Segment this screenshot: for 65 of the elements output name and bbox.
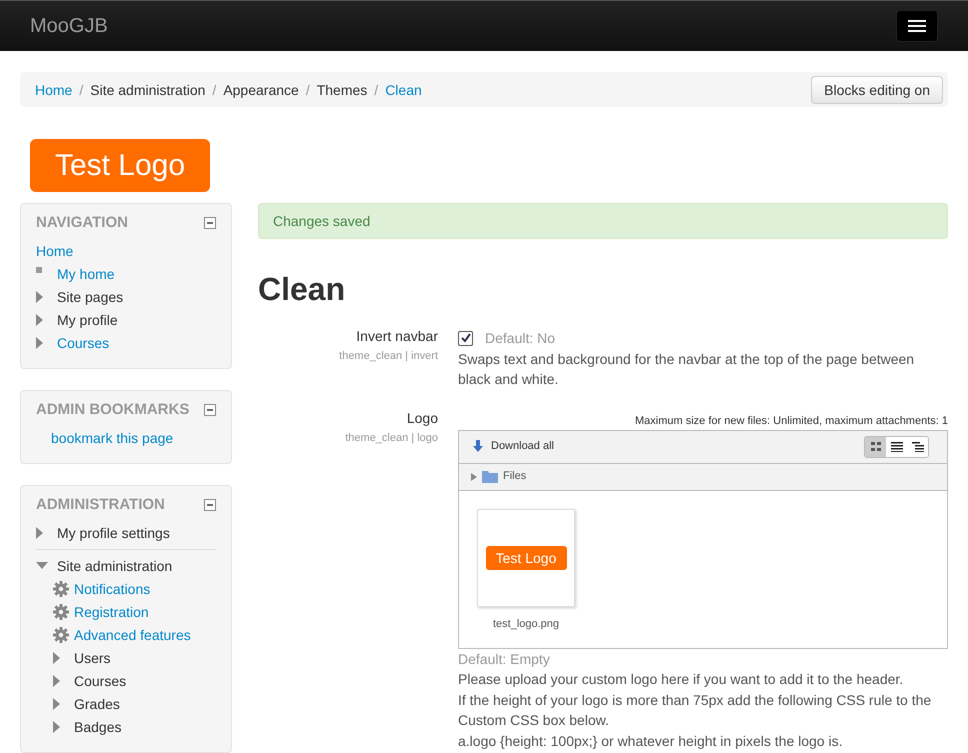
nav-link[interactable]: Registration bbox=[74, 604, 149, 620]
upload-limits: Maximum size for new files: Unlimited, maximum attachments: 1 bbox=[634, 414, 948, 428]
menu-button[interactable] bbox=[896, 10, 938, 42]
nav-item[interactable]: Users bbox=[74, 650, 111, 666]
download-icon bbox=[473, 440, 483, 453]
setting-key: theme_clean | invert bbox=[258, 350, 438, 362]
nav-link[interactable]: My home bbox=[57, 266, 115, 282]
nav-link[interactable]: Courses bbox=[57, 334, 110, 350]
bullet-icon bbox=[36, 266, 42, 272]
collapse-icon[interactable] bbox=[204, 216, 216, 228]
setting-key: theme_clean | logo bbox=[258, 432, 438, 444]
folder-path[interactable]: Files bbox=[503, 466, 526, 487]
tree-icon bbox=[912, 442, 924, 452]
checkbox[interactable] bbox=[458, 330, 473, 346]
menu-icon bbox=[908, 20, 926, 32]
block-title: ADMIN BOOKMARKS bbox=[36, 401, 190, 418]
setting-description: Swaps text and background for the navbar at the top of the page between black and white. bbox=[458, 350, 916, 389]
setting-label: Logo bbox=[406, 410, 438, 426]
breadcrumb-item: Site administration bbox=[90, 82, 206, 98]
blocks-editing-button[interactable]: Blocks editing on bbox=[811, 76, 943, 104]
setting-label: Invert navbar bbox=[355, 328, 438, 344]
separator: / bbox=[374, 82, 378, 98]
separator: / bbox=[306, 82, 310, 98]
default-value: Default: No bbox=[485, 329, 556, 348]
breadcrumb-item: Appearance bbox=[223, 82, 299, 98]
gear-icon bbox=[53, 626, 69, 642]
nav-item[interactable]: Grades bbox=[74, 696, 120, 712]
gear-icon bbox=[53, 580, 69, 596]
list-icon bbox=[890, 442, 902, 452]
setting-description: If the height of your logo is more than 75px add the following CSS rule to the Custom CSS box below. bbox=[458, 690, 932, 730]
gear-icon bbox=[53, 604, 69, 620]
breadcrumb-item[interactable]: Home bbox=[35, 82, 72, 98]
file-name[interactable]: test_logo.png bbox=[492, 616, 560, 630]
nav-item[interactable]: My profile settings bbox=[57, 524, 170, 540]
grid-icon bbox=[870, 442, 880, 452]
nav-item[interactable]: My profile bbox=[57, 312, 118, 328]
collapse-icon[interactable] bbox=[204, 498, 216, 510]
list-view-button[interactable] bbox=[886, 436, 907, 456]
logo-preview: Test Logo bbox=[486, 546, 566, 570]
caret-right-icon bbox=[471, 472, 477, 480]
separator: / bbox=[79, 82, 84, 98]
setting-description: Please upload your custom logo here if you want to add it to the header. bbox=[458, 670, 904, 689]
nav-link[interactable]: Home bbox=[36, 242, 74, 258]
breadcrumb-item: Themes bbox=[316, 82, 368, 98]
nav-item[interactable]: Courses bbox=[74, 672, 126, 688]
site-name[interactable]: MooGJB bbox=[30, 14, 108, 38]
page-heading: Clean bbox=[258, 271, 346, 308]
nav-item[interactable]: Site administration bbox=[57, 558, 172, 574]
nav-item[interactable]: Site pages bbox=[57, 288, 124, 304]
block-title: NAVIGATION bbox=[36, 214, 128, 231]
tree-view-button[interactable] bbox=[907, 436, 928, 456]
collapse-icon[interactable] bbox=[204, 404, 216, 416]
icon-view-button[interactable] bbox=[865, 436, 886, 456]
nav-link[interactable]: Advanced features bbox=[74, 626, 191, 642]
setting-description: a.logo {height: 100px;} or whatever height in pixels the logo is. bbox=[458, 732, 844, 751]
nav-link[interactable]: Notifications bbox=[74, 580, 150, 596]
success-alert: Changes saved bbox=[258, 203, 948, 239]
nav-link[interactable]: bookmark this page bbox=[51, 430, 174, 446]
folder-icon bbox=[482, 470, 498, 483]
separator: / bbox=[212, 82, 216, 98]
default-value: Default: Empty bbox=[458, 650, 551, 669]
nav-item[interactable]: Badges bbox=[74, 718, 122, 734]
download-all-button[interactable]: Download all bbox=[473, 436, 554, 457]
block-title: ADMINISTRATION bbox=[36, 496, 165, 513]
breadcrumb-item[interactable]: Clean bbox=[385, 82, 422, 98]
